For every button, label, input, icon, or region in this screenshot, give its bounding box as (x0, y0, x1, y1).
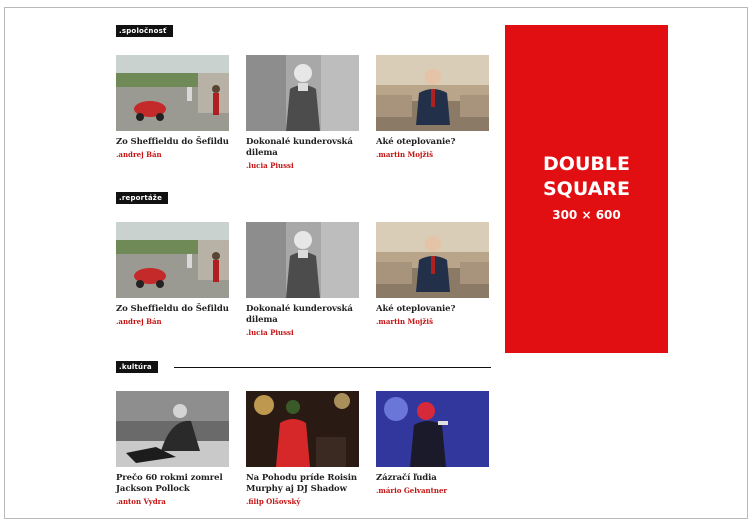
ad-size: 300 × 600 (552, 208, 621, 222)
article-title[interactable]: Aké oteplovanie? (376, 304, 489, 315)
section-header: .kultúra (116, 361, 491, 373)
article-card[interactable]: Zázračí ľudia .mário Gelvantner (376, 391, 489, 495)
ad-line-1: DOUBLE (543, 153, 630, 175)
article-author[interactable]: .martin Mojžiš (376, 150, 489, 159)
singer-red-stage-photo[interactable] (246, 391, 359, 467)
article-title[interactable]: Zo Sheffieldu do Šefildu (116, 304, 229, 315)
section-label[interactable]: .reportáže (116, 192, 169, 204)
article-author[interactable]: .martin Mojžiš (376, 317, 489, 326)
article-author[interactable]: .andrej Bán (116, 317, 229, 326)
article-card[interactable]: Zo Sheffieldu do Šefildu .andrej Bán (116, 55, 229, 159)
man-on-sofa-photo[interactable] (376, 222, 489, 298)
section-header: .spoločnosť (116, 25, 491, 37)
article-author[interactable]: .filip Olšovský (246, 497, 359, 506)
article-title[interactable]: Zo Sheffieldu do Šefildu (116, 137, 229, 148)
ad-banner[interactable]: DOUBLE SQUARE 300 × 600 (505, 25, 668, 353)
article-title[interactable]: Na Pohodu príde Roisin Murphy aj DJ Shad… (246, 473, 359, 495)
article-title[interactable]: Zázračí ľudia (376, 473, 489, 484)
section-divider (174, 367, 491, 368)
singer-blue-stage-photo[interactable] (376, 391, 489, 467)
article-title[interactable]: Dokonalé kunderovská dilema (246, 137, 359, 159)
article-title[interactable]: Dokonalé kunderovská dilema (246, 304, 359, 326)
article-card[interactable]: Aké oteplovanie? .martin Mojžiš (376, 222, 489, 326)
article-card[interactable]: Dokonalé kunderovská dilema .lucia Piuss… (246, 222, 359, 337)
kids-playing-photo[interactable] (116, 222, 229, 298)
ad-line-2: SQUARE (543, 178, 630, 200)
article-card[interactable]: Prečo 60 rokmi zomrel Jackson Pollock .a… (116, 391, 229, 506)
article-card[interactable]: Dokonalé kunderovská dilema .lucia Piuss… (246, 55, 359, 170)
article-card[interactable]: Zo Sheffieldu do Šefildu .andrej Bán (116, 222, 229, 326)
article-author[interactable]: .lucia Piussi (246, 161, 359, 170)
article-title[interactable]: Prečo 60 rokmi zomrel Jackson Pollock (116, 473, 229, 495)
kids-playing-photo[interactable] (116, 55, 229, 131)
section-kultura: .kultúra Prečo 60 rokmi zomrel Jackson P… (116, 361, 491, 506)
man-on-sofa-photo[interactable] (376, 55, 489, 131)
article-author[interactable]: .anton Vydra (116, 497, 229, 506)
article-title[interactable]: Aké oteplovanie? (376, 137, 489, 148)
section-label[interactable]: .kultúra (116, 361, 158, 373)
section-reportaze: .reportáže Zo Sheffieldu do Šefildu .and… (116, 192, 491, 337)
section-header: .reportáže (116, 192, 491, 204)
article-card[interactable]: Aké oteplovanie? .martin Mojžiš (376, 55, 489, 159)
man-bw-portrait-photo[interactable] (246, 55, 359, 131)
article-card[interactable]: Na Pohodu príde Roisin Murphy aj DJ Shad… (246, 391, 359, 506)
section-spolocnost: .spoločnosť Zo Sheffieldu do Šefildu .an… (116, 25, 491, 170)
article-author[interactable]: .andrej Bán (116, 150, 229, 159)
painter-bw-photo[interactable] (116, 391, 229, 467)
section-label[interactable]: .spoločnosť (116, 25, 173, 37)
article-author[interactable]: .lucia Piussi (246, 328, 359, 337)
man-bw-portrait-photo[interactable] (246, 222, 359, 298)
article-author[interactable]: .mário Gelvantner (376, 486, 489, 495)
